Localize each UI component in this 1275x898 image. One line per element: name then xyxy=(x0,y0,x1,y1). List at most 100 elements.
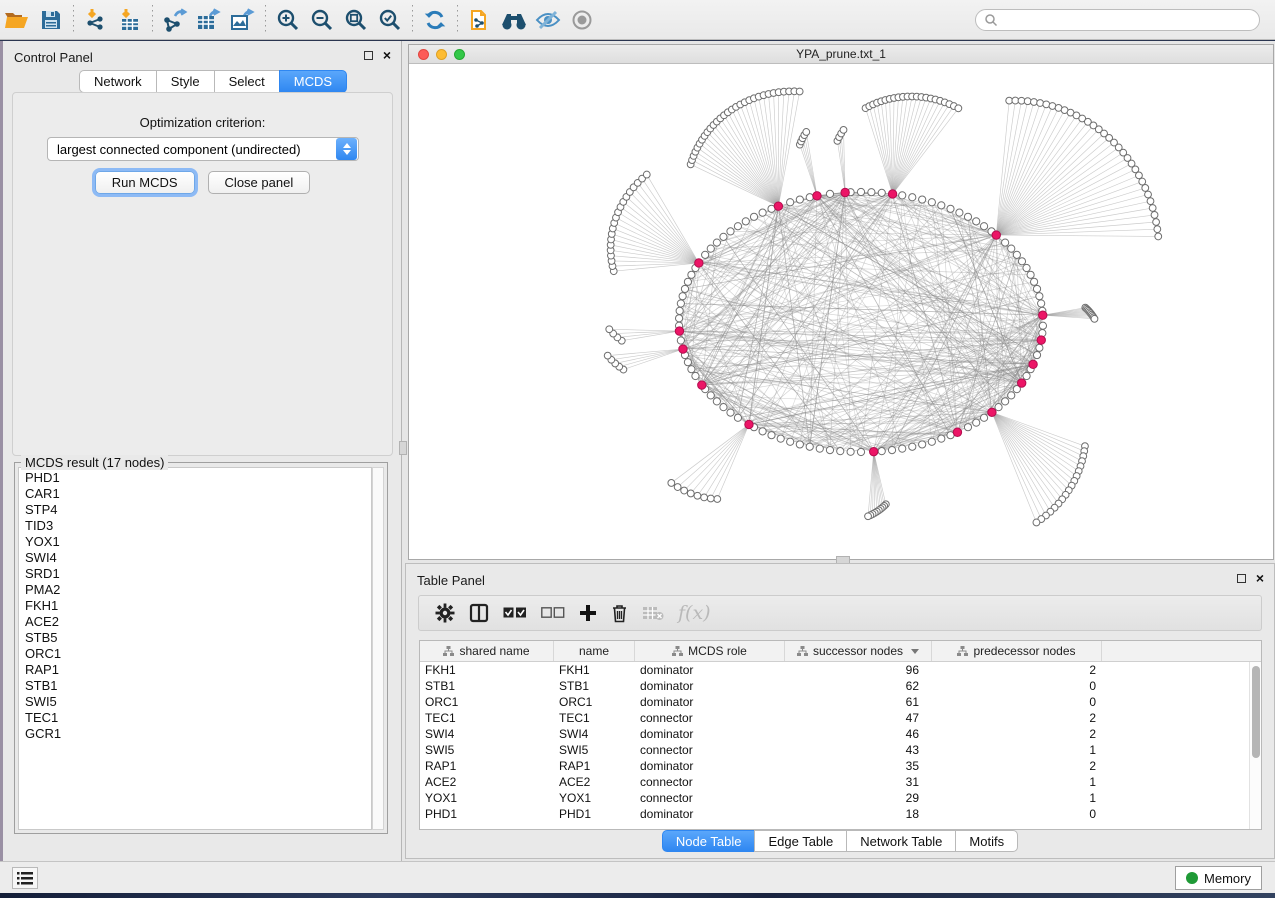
mcds-node-item[interactable]: ACE2 xyxy=(25,614,371,630)
table-row[interactable]: YOX1YOX1connector291 xyxy=(420,790,1261,806)
import-network-icon[interactable] xyxy=(79,4,113,36)
export-network-icon[interactable] xyxy=(158,4,192,36)
search-network-icon[interactable] xyxy=(497,4,531,36)
memory-button[interactable]: Memory xyxy=(1175,866,1262,890)
cell-shared-name: RAP1 xyxy=(420,759,554,773)
show-columns-icon[interactable] xyxy=(469,601,489,625)
mcds-node-item[interactable]: PMA2 xyxy=(25,582,371,598)
memory-status-icon xyxy=(1186,872,1198,884)
table-row[interactable]: STB1STB1dominator620 xyxy=(420,678,1261,694)
table-row[interactable]: RAP1RAP1dominator352 xyxy=(420,758,1261,774)
table-row[interactable]: ACE2ACE2connector311 xyxy=(420,774,1261,790)
mcds-node-item[interactable]: STP4 xyxy=(25,502,371,518)
zoom-selected-icon[interactable] xyxy=(373,4,407,36)
column-header-successor-nodes[interactable]: successor nodes xyxy=(785,641,932,661)
zoom-out-icon[interactable] xyxy=(305,4,339,36)
show-all-icon[interactable] xyxy=(565,4,599,36)
mcds-node-item[interactable]: YOX1 xyxy=(25,534,371,550)
table-settings-gear-icon[interactable] xyxy=(435,601,455,625)
mcds-node-item[interactable]: CAR1 xyxy=(25,486,371,502)
column-header-shared-name[interactable]: shared name xyxy=(420,641,554,661)
function-builder-icon: f(x) xyxy=(678,602,711,624)
delete-column-icon[interactable] xyxy=(611,601,628,625)
cell-MCDS-role: dominator xyxy=(635,679,785,693)
deselect-all-icon[interactable] xyxy=(541,601,565,625)
column-header-name[interactable]: name xyxy=(554,641,635,661)
mcds-node-item[interactable]: FKH1 xyxy=(25,598,371,614)
export-table-icon[interactable] xyxy=(192,4,226,36)
mcds-result-list[interactable]: PHD1CAR1STP4TID3YOX1SWI4SRD1PMA2FKH1ACE2… xyxy=(18,467,372,830)
mcds-node-item[interactable]: GCR1 xyxy=(25,726,371,742)
tab-edge-table[interactable]: Edge Table xyxy=(754,830,846,852)
save-session-icon[interactable] xyxy=(34,4,68,36)
cell-successor-nodes: 35 xyxy=(785,759,932,773)
zoom-fit-icon[interactable] xyxy=(339,4,373,36)
mcds-node-item[interactable]: PHD1 xyxy=(25,470,371,486)
tab-style[interactable]: Style xyxy=(156,70,214,93)
column-header-MCDS-role[interactable]: MCDS role xyxy=(635,641,785,661)
mcds-node-item[interactable]: TID3 xyxy=(25,518,371,534)
float-panel-icon[interactable] xyxy=(364,51,373,60)
network-window-titlebar[interactable]: YPA_prune.txt_1 xyxy=(409,45,1273,64)
optimization-criterion-dropdown[interactable]: largest connected component (undirected) xyxy=(47,137,359,161)
new-network-from-selection-icon[interactable] xyxy=(463,4,497,36)
float-panel-icon[interactable] xyxy=(1237,574,1246,583)
mcds-node-item[interactable]: ORC1 xyxy=(25,646,371,662)
cell-predecessor-nodes: 1 xyxy=(932,775,1102,789)
table-scrollbar[interactable] xyxy=(1249,662,1261,829)
table-row[interactable]: FKH1FKH1dominator962 xyxy=(420,662,1261,678)
table-row[interactable]: SWI5SWI5connector431 xyxy=(420,742,1261,758)
table-row[interactable]: ORC1ORC1dominator610 xyxy=(420,694,1261,710)
run-mcds-button[interactable]: Run MCDS xyxy=(95,171,195,194)
table-row[interactable]: TEC1TEC1connector472 xyxy=(420,710,1261,726)
tab-network[interactable]: Network xyxy=(79,70,156,93)
tab-mcds[interactable]: MCDS xyxy=(279,70,347,93)
mcds-node-item[interactable]: RAP1 xyxy=(25,662,371,678)
vertical-splitter-grip[interactable] xyxy=(399,441,407,455)
task-history-button[interactable] xyxy=(12,867,38,889)
mcds-list-scrollbar[interactable] xyxy=(372,467,384,830)
column-header-predecessor-nodes[interactable]: predecessor nodes xyxy=(932,641,1102,661)
open-session-icon[interactable] xyxy=(0,4,34,36)
table-row[interactable]: PHD1PHD1dominator180 xyxy=(420,806,1261,822)
network-window-title: YPA_prune.txt_1 xyxy=(409,47,1273,61)
tab-node-table[interactable]: Node Table xyxy=(662,830,755,852)
mcds-node-item[interactable]: SWI4 xyxy=(25,550,371,566)
cell-name: TEC1 xyxy=(554,711,635,725)
cell-name: STB1 xyxy=(554,679,635,693)
toolbar-separator xyxy=(152,5,153,35)
table-row[interactable]: SWI4SWI4dominator462 xyxy=(420,726,1261,742)
mcds-node-item[interactable]: STB5 xyxy=(25,630,371,646)
cell-name: YOX1 xyxy=(554,791,635,805)
mcds-node-item[interactable]: STB1 xyxy=(25,678,371,694)
cell-predecessor-nodes: 0 xyxy=(932,807,1102,821)
add-column-icon[interactable] xyxy=(579,601,597,625)
table-scrollbar-thumb[interactable] xyxy=(1252,666,1260,758)
network-canvas[interactable] xyxy=(409,64,1273,559)
search-icon xyxy=(984,13,998,27)
export-image-icon[interactable] xyxy=(226,4,260,36)
tab-select[interactable]: Select xyxy=(214,70,279,93)
search-input[interactable] xyxy=(998,13,1259,27)
toolbar-separator xyxy=(457,5,458,35)
app-window: Control Panel × Network Style Select MCD… xyxy=(0,0,1275,898)
close-panel-button[interactable]: Close panel xyxy=(208,171,311,194)
import-table-icon[interactable] xyxy=(113,4,147,36)
close-panel-icon[interactable]: × xyxy=(1256,573,1264,583)
hide-selection-icon[interactable] xyxy=(531,4,565,36)
cell-successor-nodes: 46 xyxy=(785,727,932,741)
cell-shared-name: TEC1 xyxy=(420,711,554,725)
mcds-node-item[interactable]: SWI5 xyxy=(25,694,371,710)
mcds-node-item[interactable]: TEC1 xyxy=(25,710,371,726)
mcds-node-item[interactable]: SRD1 xyxy=(25,566,371,582)
list-icon xyxy=(17,872,33,885)
select-all-icon[interactable] xyxy=(503,601,527,625)
close-panel-icon[interactable]: × xyxy=(383,50,391,60)
refresh-icon[interactable] xyxy=(418,4,452,36)
tab-network-table[interactable]: Network Table xyxy=(846,830,955,852)
search-field[interactable] xyxy=(975,9,1260,31)
tab-motifs[interactable]: Motifs xyxy=(955,830,1018,852)
zoom-in-icon[interactable] xyxy=(271,4,305,36)
toolbar-separator xyxy=(73,5,74,35)
network-graph[interactable] xyxy=(409,64,1273,559)
